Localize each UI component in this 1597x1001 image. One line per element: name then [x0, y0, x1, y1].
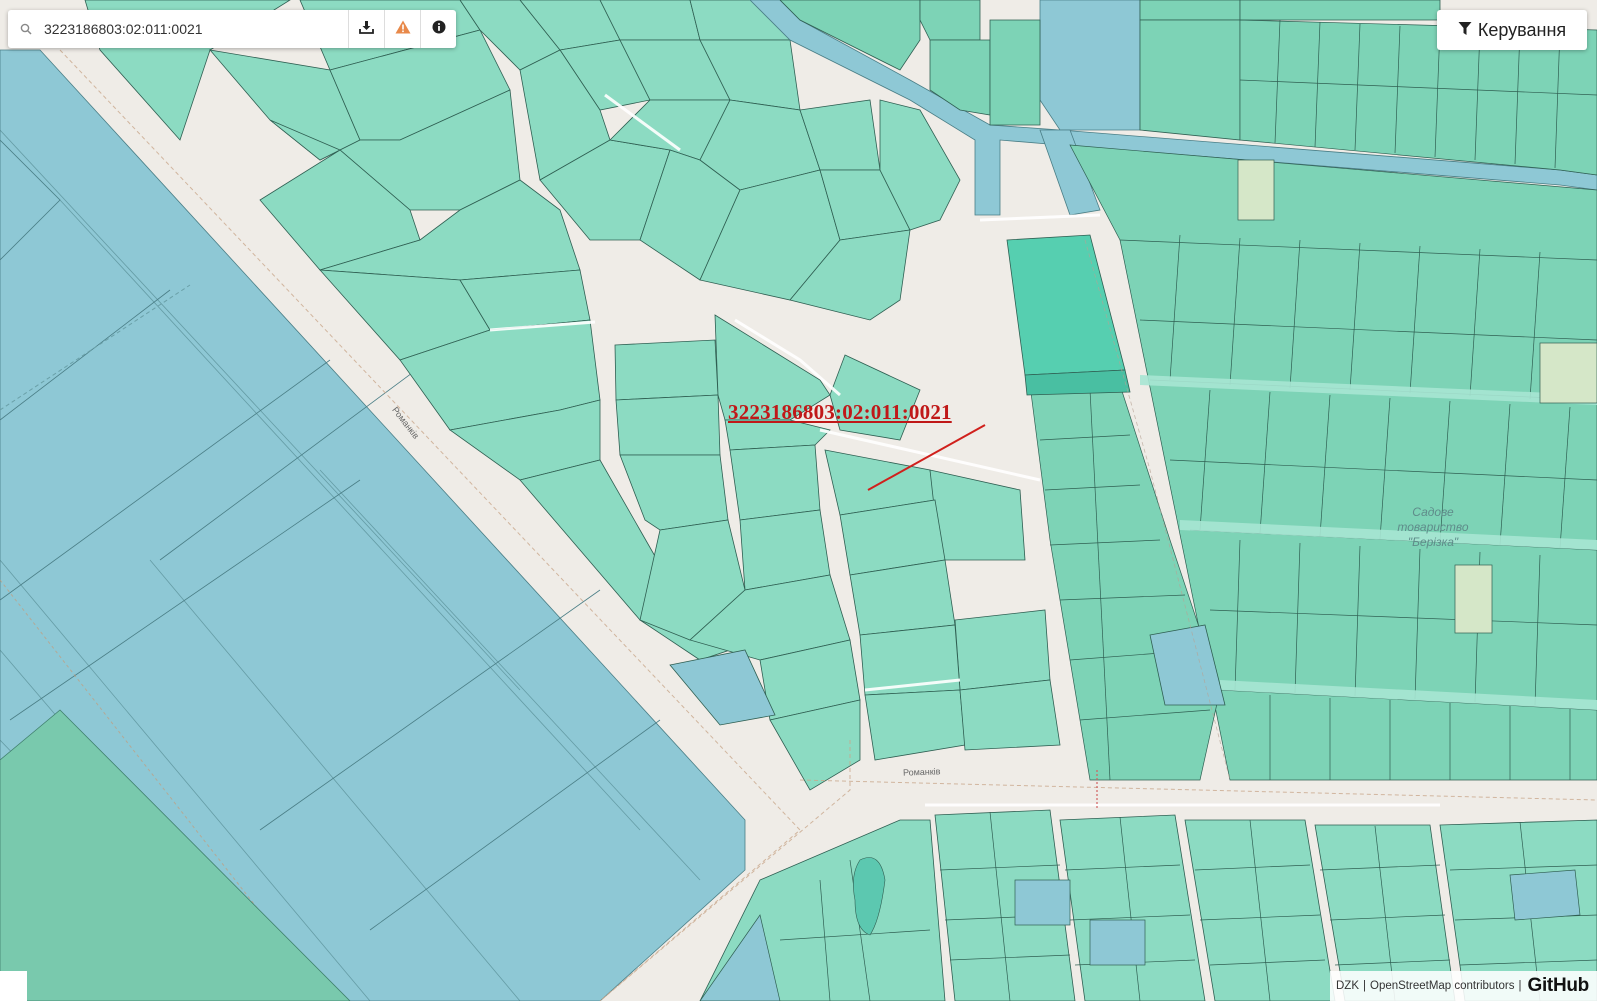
- parcel-cadastral-label[interactable]: 3223186803:02:011:0021: [728, 400, 952, 425]
- attribution-separator: |: [1363, 980, 1366, 992]
- street-label-lower: Романків: [902, 766, 941, 778]
- download-icon: [359, 20, 374, 39]
- control-button[interactable]: Керування: [1437, 10, 1587, 50]
- attribution-dzk[interactable]: DZK: [1336, 980, 1359, 992]
- map-corner-box: [0, 971, 27, 1001]
- attribution-osm[interactable]: OpenStreetMap contributors: [1370, 980, 1514, 992]
- search-icon[interactable]: [8, 10, 44, 48]
- info-button[interactable]: [420, 10, 456, 48]
- github-logo[interactable]: GitHub: [1527, 975, 1589, 997]
- filter-icon: [1458, 20, 1472, 41]
- warning-button[interactable]: [384, 10, 420, 48]
- cadastral-map: [0, 0, 1597, 1001]
- garden-society-line3: "Берізка": [1407, 535, 1459, 549]
- control-button-label: Керування: [1477, 19, 1567, 40]
- attribution-separator-2: |: [1518, 980, 1522, 992]
- garden-society-label: Садове товариство "Берізка": [1383, 505, 1483, 550]
- warning-icon: [395, 20, 411, 39]
- search-input[interactable]: [44, 14, 348, 44]
- download-button[interactable]: [348, 10, 384, 48]
- map-attribution: DZK | OpenStreetMap contributors | GitHu…: [1330, 971, 1597, 1001]
- garden-society-line1: Садове: [1412, 505, 1454, 519]
- search-bar: [8, 10, 456, 48]
- map-canvas[interactable]: [0, 0, 1597, 1001]
- info-icon: [432, 20, 446, 39]
- garden-society-line2: товариство: [1397, 520, 1469, 534]
